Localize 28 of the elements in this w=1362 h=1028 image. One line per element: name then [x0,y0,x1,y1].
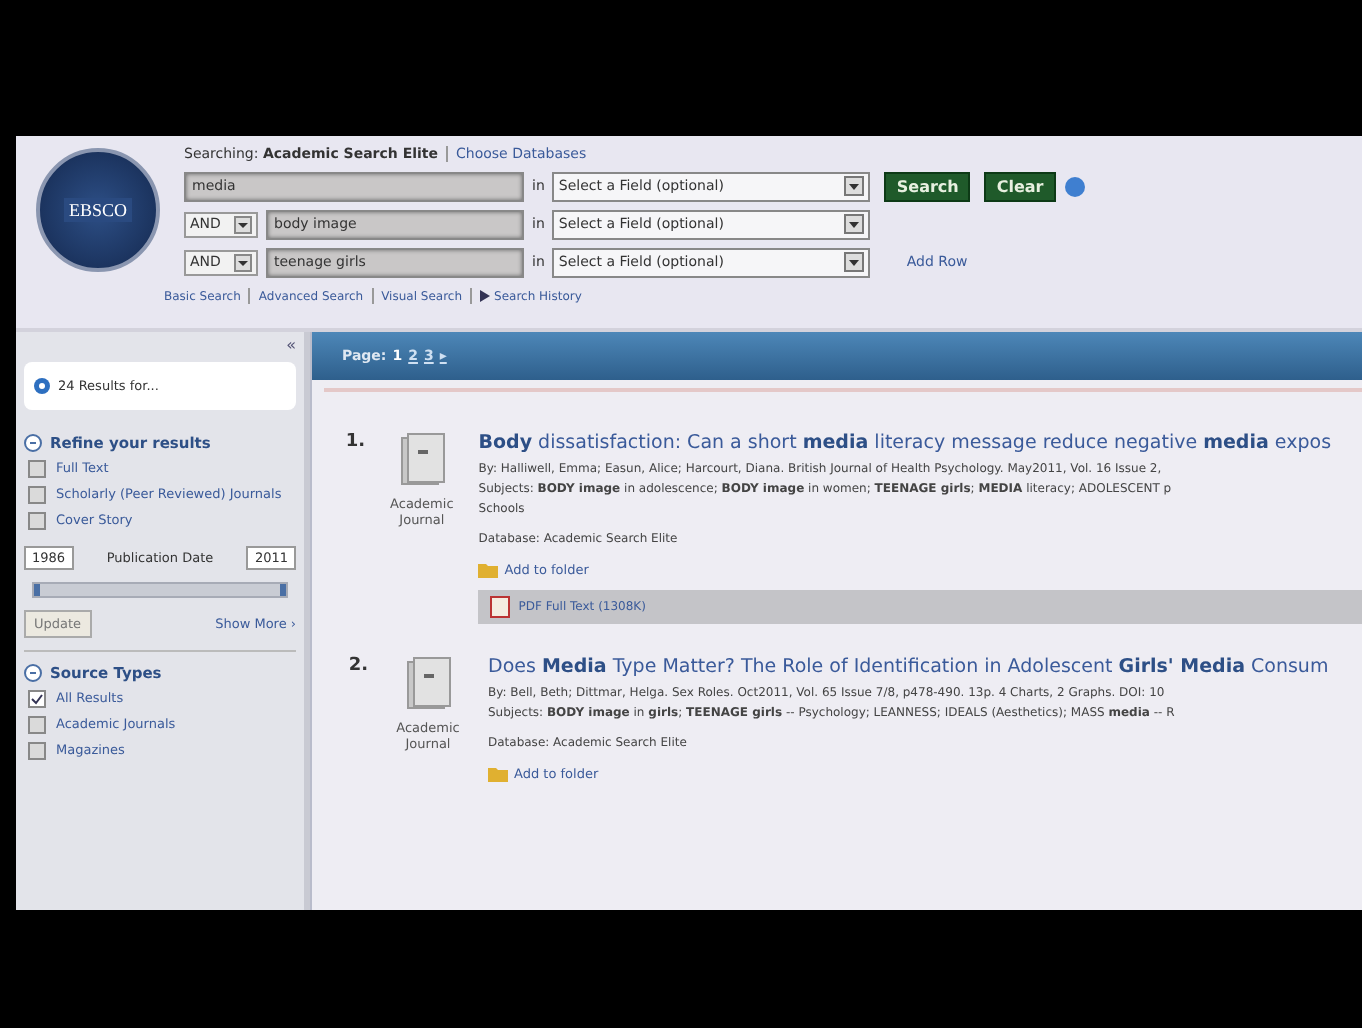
checkbox[interactable] [28,690,46,708]
checkbox[interactable] [28,486,46,504]
collapse-button[interactable]: « [286,336,296,354]
document-icon [397,432,446,488]
result-title-link[interactable]: Body dissatisfaction: Can a short media literacy message reduce negative media expos [478,432,1362,454]
caret-icon [844,176,865,196]
caret-icon [844,252,865,272]
expand-icon [24,664,42,682]
result-number: 2. [346,656,368,680]
info-icon [34,378,50,394]
expand-icon [24,434,42,452]
checkbox[interactable] [28,742,46,760]
caret-icon [234,253,252,271]
caret-icon [844,214,865,234]
pdf-icon [490,596,511,618]
clear-button[interactable]: Clear [984,171,1056,201]
folder-icon [488,766,508,782]
checkbox[interactable] [28,512,46,530]
result-title-link[interactable]: Does Media Type Matter? The Role of Identification in Adolescent Girls' Media Consum [488,656,1329,678]
search-button[interactable]: Search [884,171,971,201]
checkbox[interactable] [28,460,46,478]
triangle-icon [480,290,491,302]
folder-icon [478,562,499,578]
checkbox[interactable] [28,716,46,734]
caret-icon [234,215,252,233]
document-icon [404,656,452,712]
logo-text: EBSCO [64,198,131,222]
result-number: 1. [343,432,366,456]
